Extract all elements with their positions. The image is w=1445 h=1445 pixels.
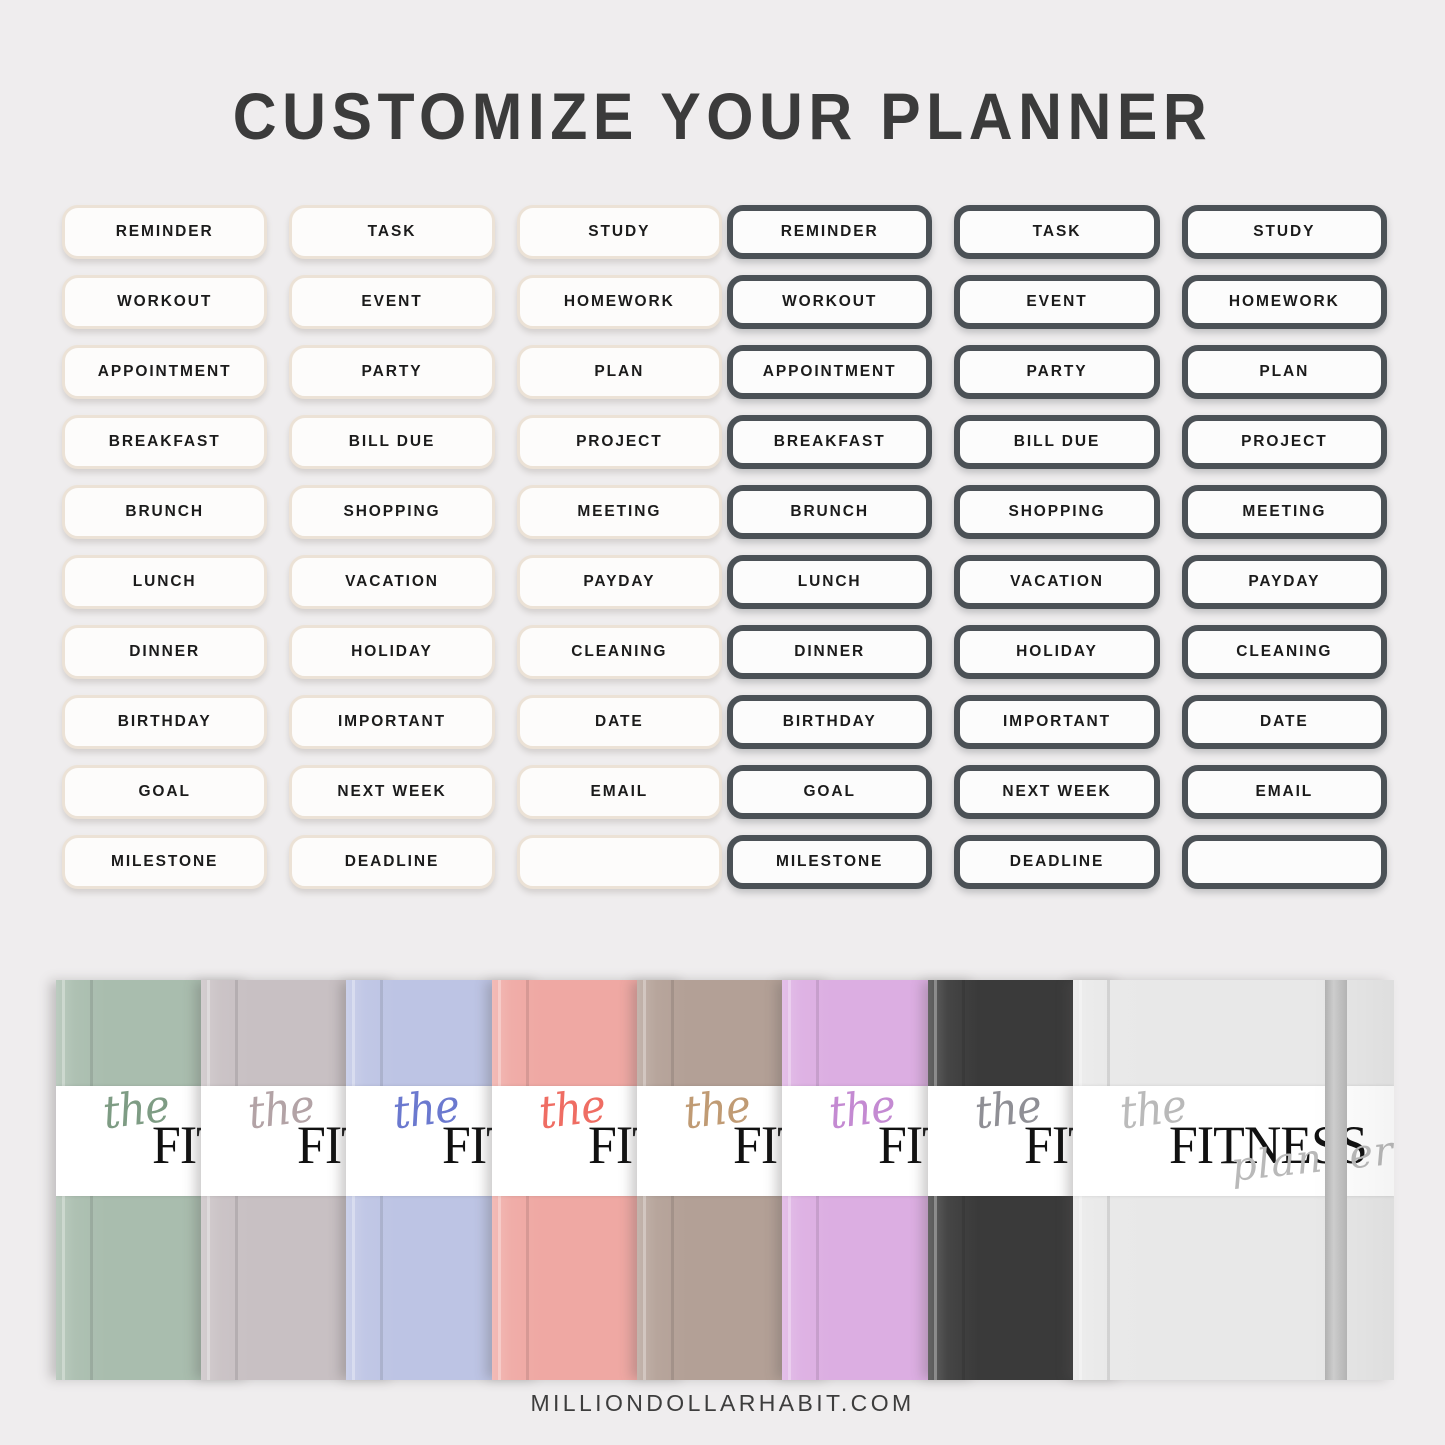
sticker-event[interactable]: EVENT	[289, 275, 495, 329]
sticker-project[interactable]: PROJECT	[1181, 415, 1387, 469]
sticker-dinner[interactable]: DINNER	[727, 625, 933, 679]
sticker-reminder[interactable]: REMINDER	[727, 205, 933, 259]
sticker-set-dark: REMINDER TASK STUDY WORKOUT EVENT HOMEWORK APP…	[727, 205, 1387, 889]
sticker-holiday[interactable]: HOLIDAY	[289, 625, 495, 679]
page-title: CUSTOMIZE YOUR PLANNER	[232, 79, 1213, 153]
planner-covers-strip: theFITNESSplannertheFITNESSplannertheFIT…	[56, 980, 1394, 1380]
sticker-payday[interactable]: PAYDAY	[1181, 555, 1387, 609]
sticker-breakfast[interactable]: BREAKFAST	[62, 415, 268, 469]
sticker-breakfast[interactable]: BREAKFAST	[727, 415, 933, 469]
sticker-email[interactable]: EMAIL	[1181, 765, 1387, 819]
sticker-shopping[interactable]: SHOPPING	[954, 485, 1160, 539]
sticker-shopping[interactable]: SHOPPING	[289, 485, 495, 539]
sticker-date[interactable]: DATE	[516, 695, 722, 749]
sticker-bill-due[interactable]: BILL DUE	[289, 415, 495, 469]
sticker-lunch[interactable]: LUNCH	[62, 555, 268, 609]
sticker-brunch[interactable]: BRUNCH	[727, 485, 933, 539]
sticker-event[interactable]: EVENT	[954, 275, 1160, 329]
sticker-project[interactable]: PROJECT	[516, 415, 722, 469]
sticker-workout[interactable]: WORKOUT	[62, 275, 268, 329]
sticker-set-light: REMINDER TASK STUDY WORKOUT EVENT HOMEWORK APP…	[62, 205, 722, 889]
sticker-holiday[interactable]: HOLIDAY	[954, 625, 1160, 679]
sticker-task[interactable]: TASK	[954, 205, 1160, 259]
sticker-milestone[interactable]: MILESTONE	[62, 835, 268, 889]
planner-cover-white[interactable]: the FITNESS planner	[1073, 980, 1394, 1380]
sticker-plan[interactable]: PLAN	[516, 345, 722, 399]
footer-website-url: MILLIONDOLLARHABIT.COM	[530, 1390, 915, 1416]
sticker-appointment[interactable]: APPOINTMENT	[62, 345, 268, 399]
sticker-panel: REMINDER TASK STUDY WORKOUT EVENT HOMEWORK APP…	[0, 205, 1445, 925]
sticker-meeting[interactable]: MEETING	[1181, 485, 1387, 539]
sticker-task[interactable]: TASK	[289, 205, 495, 259]
sticker-meeting[interactable]: MEETING	[516, 485, 722, 539]
sticker-date[interactable]: DATE	[1181, 695, 1387, 749]
sticker-payday[interactable]: PAYDAY	[516, 555, 722, 609]
sticker-party[interactable]: PARTY	[954, 345, 1160, 399]
sticker-email[interactable]: EMAIL	[516, 765, 722, 819]
sticker-study[interactable]: STUDY	[516, 205, 722, 259]
sticker-cleaning[interactable]: CLEANING	[516, 625, 722, 679]
sticker-deadline[interactable]: DEADLINE	[954, 835, 1160, 889]
sticker-appointment[interactable]: APPOINTMENT	[727, 345, 933, 399]
sticker-goal[interactable]: GOAL	[62, 765, 268, 819]
sticker-cleaning[interactable]: CLEANING	[1181, 625, 1387, 679]
sticker-reminder[interactable]: REMINDER	[62, 205, 268, 259]
sticker-dinner[interactable]: DINNER	[62, 625, 268, 679]
sticker-blank[interactable]	[516, 835, 722, 889]
elastic-closure-band	[1325, 980, 1347, 1380]
sticker-bill-due[interactable]: BILL DUE	[954, 415, 1160, 469]
sticker-next-week[interactable]: NEXT WEEK	[954, 765, 1160, 819]
sticker-birthday[interactable]: BIRTHDAY	[62, 695, 268, 749]
sticker-party[interactable]: PARTY	[289, 345, 495, 399]
sticker-next-week[interactable]: NEXT WEEK	[289, 765, 495, 819]
sticker-plan[interactable]: PLAN	[1181, 345, 1387, 399]
planner-logo: theFITNESSplanner	[1117, 1079, 1394, 1192]
sticker-deadline[interactable]: DEADLINE	[289, 835, 495, 889]
sticker-vacation[interactable]: VACATION	[954, 555, 1160, 609]
sticker-birthday[interactable]: BIRTHDAY	[727, 695, 933, 749]
sticker-important[interactable]: IMPORTANT	[954, 695, 1160, 749]
sticker-study[interactable]: STUDY	[1181, 205, 1387, 259]
sticker-milestone[interactable]: MILESTONE	[727, 835, 933, 889]
sticker-homework[interactable]: HOMEWORK	[516, 275, 722, 329]
sticker-vacation[interactable]: VACATION	[289, 555, 495, 609]
sticker-brunch[interactable]: BRUNCH	[62, 485, 268, 539]
sticker-important[interactable]: IMPORTANT	[289, 695, 495, 749]
sticker-homework[interactable]: HOMEWORK	[1181, 275, 1387, 329]
sticker-blank[interactable]	[1181, 835, 1387, 889]
sticker-goal[interactable]: GOAL	[727, 765, 933, 819]
sticker-workout[interactable]: WORKOUT	[727, 275, 933, 329]
sticker-lunch[interactable]: LUNCH	[727, 555, 933, 609]
